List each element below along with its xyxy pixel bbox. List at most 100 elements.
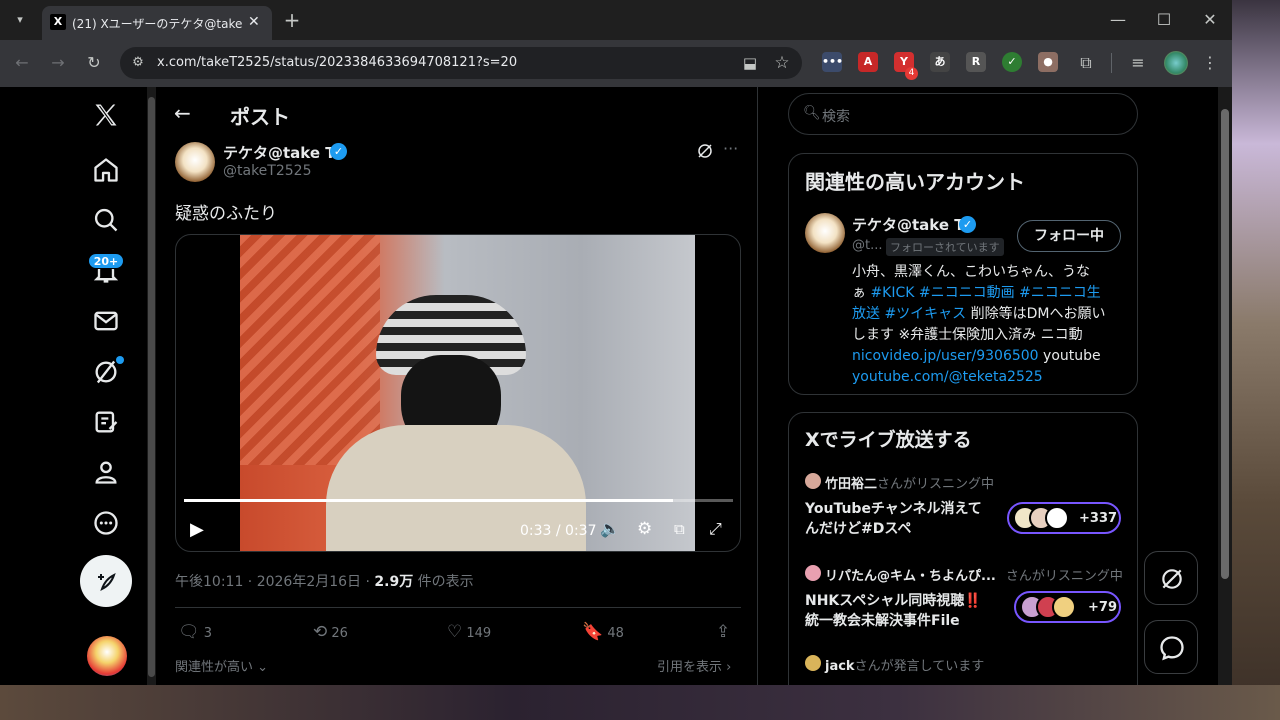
post-timestamp[interactable]: 午後10:11 · 2026年2月16日 · [175,574,374,590]
relevance-label: 関連性が高い [175,660,254,675]
author-handle[interactable]: @takeT2525 [223,163,311,179]
live-item-3-host-line: jackさんが発言しています [825,655,984,674]
tab-search-icon[interactable]: ▾ [8,8,32,32]
reload-icon[interactable]: ↻ [82,51,106,75]
bio-hashtags-2[interactable]: 放送 #ツイキャス [852,306,966,322]
video-player[interactable]: ▶ 0:33 / 0:37 🔈 ⚙ ⧉ ⤢ [175,234,741,552]
extensions-puzzle-icon[interactable]: ⧉ [1074,51,1098,75]
left-scrollbar-thumb[interactable] [148,97,155,677]
grok-explain-icon[interactable] [696,142,714,160]
pdf-extension-icon[interactable]: A [858,52,878,72]
views-count: 2.9万 [374,574,414,590]
related-name[interactable]: テケタ@take T [852,214,965,235]
back-icon[interactable]: ← [10,51,34,75]
install-app-icon[interactable]: ⬓ [738,51,762,75]
author-name[interactable]: テケタ@take T [223,142,336,163]
video-progress-fill [184,499,673,502]
site-info-icon[interactable]: ⚙ [126,51,150,75]
fullscreen-icon[interactable]: ⤢ [709,519,722,539]
messages-envelope-icon[interactable] [92,307,120,335]
account-avatar[interactable] [87,636,127,676]
chat-bubble-icon [1160,636,1184,661]
video-progress-track[interactable] [184,499,733,502]
search-magnifier-icon: 🔍︎ [803,105,821,121]
new-tab-icon[interactable]: + [280,8,304,32]
live-item-1-title-line1: YouTubeチャンネル消えて [805,501,982,517]
close-window-icon[interactable]: ✕ [1198,8,1222,32]
live-item-2-title-line2: 統一教会未解決事件File [805,613,960,629]
shield-extension-icon[interactable]: ✓ [1002,52,1022,72]
more-options-icon[interactable]: ··· [723,139,738,158]
search-icon[interactable] [92,206,120,234]
toolbar-divider [1111,53,1112,73]
premium-compose-icon[interactable] [92,408,120,436]
related-accounts-card: 関連性の高いアカウント テケタ@take T ✓ @t... フォローされていま… [788,153,1138,395]
home-icon[interactable] [92,156,120,184]
reply-button[interactable]: 🗨 3 [178,622,212,642]
view-quotes-link[interactable]: 引用を表示 › [657,656,731,675]
rw-extension-icon[interactable]: R [966,52,986,72]
like-button[interactable]: ♡ 149 [447,622,491,642]
share-icon[interactable]: ⇪ [716,622,730,642]
address-bar[interactable]: ⚙ x.com/takeT2525/status/202338463369470… [120,47,802,79]
browser-menu-icon[interactable]: ⋮ [1198,51,1222,75]
page-scrollbar[interactable] [1218,87,1232,685]
related-avatar[interactable] [805,213,845,253]
bio-line-3-rest: 削除等はDMへお願い [966,306,1106,322]
live-item-2-title[interactable]: NHKスペシャル同時視聴‼️ 統一教会未解決事件File [805,591,982,631]
views-label: 件の表示 [413,574,474,590]
profile-avatar[interactable] [1164,51,1188,75]
bio-link-nicovideo[interactable]: nicovideo.jp/user/9306500 [852,348,1039,364]
more-circle-icon[interactable] [92,509,120,537]
browser-tab[interactable]: X (21) Xユーザーのテケタ@take Tさん ✕ [42,6,272,40]
post-compose-button[interactable] [80,555,132,607]
live-item-2-host-line: リパたん@キム・ちよんぴ... さんがリスニング中 [825,565,1123,584]
forward-icon[interactable]: → [46,51,70,75]
live-item-3-status: さんが発言しています [854,659,985,674]
bookmark-count: 48 [607,626,624,641]
live-item-2-avatars [1020,595,1076,623]
play-icon[interactable]: ▶ [190,519,204,540]
x-logo-icon[interactable] [92,101,120,129]
media-control-icon[interactable]: ≡ [1126,51,1150,75]
search-box[interactable]: 🔍︎ 検索 [788,93,1138,135]
volume-icon[interactable]: 🔈 [600,519,620,538]
extension-dots-icon[interactable]: ••• [822,52,843,72]
bio-hashtags-1[interactable]: #KICK #ニコニコ動画 #ニコニコ生 [870,285,1100,301]
bottle-extension-icon[interactable]: ● [1038,52,1058,72]
search-placeholder: 検索 [822,109,850,125]
live-item-3-host[interactable]: jack [825,659,855,674]
following-button[interactable]: フォロー中 [1017,220,1121,252]
pip-icon[interactable]: ⧉ [674,520,685,538]
translate-extension-icon[interactable]: あ [930,52,950,72]
live-item-1-count: +337 [1079,511,1118,526]
repost-icon: ⟲ [313,622,328,642]
grok-floating-button[interactable] [1144,551,1198,605]
minimize-icon[interactable]: — [1106,8,1130,32]
live-item-1-host[interactable]: 竹田裕二 [825,477,877,492]
reply-count: 3 [203,626,213,641]
related-handle[interactable]: @t... [852,238,883,253]
live-item-2-join[interactable]: +79 [1014,591,1121,623]
bookmark-star-icon[interactable]: ☆ [770,51,794,75]
close-tab-icon[interactable]: ✕ [248,14,260,30]
like-count: 149 [466,626,492,641]
profile-person-icon[interactable] [92,458,120,486]
live-item-1-avatars [1013,506,1069,534]
maximize-icon[interactable]: ☐ [1152,8,1176,32]
post-meta: 午後10:11 · 2026年2月16日 · 2.9万 件の表示 [175,571,474,591]
repost-button[interactable]: ⟲ 26 [313,622,348,642]
page-scrollbar-thumb[interactable] [1221,109,1229,579]
messages-floating-button[interactable] [1144,620,1198,674]
left-scrollbar[interactable] [147,87,156,685]
live-item-1-title[interactable]: YouTubeチャンネル消えて んだけど#Dスペ [805,499,982,539]
settings-gear-icon[interactable]: ⚙ [637,519,652,539]
live-item-2-host[interactable]: リパたん@キム・ちよんぴ... [825,569,996,584]
bookmark-button[interactable]: 🔖 48 [582,622,624,642]
author-avatar[interactable] [175,142,215,182]
desktop-background-right [1232,0,1280,720]
bio-link-youtube[interactable]: youtube.com/@teketa2525 [852,367,1122,388]
relevance-sort[interactable]: 関連性が高い ⌄ [175,656,268,675]
back-arrow-icon[interactable]: ← [174,101,191,125]
live-item-1-join[interactable]: +337 [1007,502,1121,534]
